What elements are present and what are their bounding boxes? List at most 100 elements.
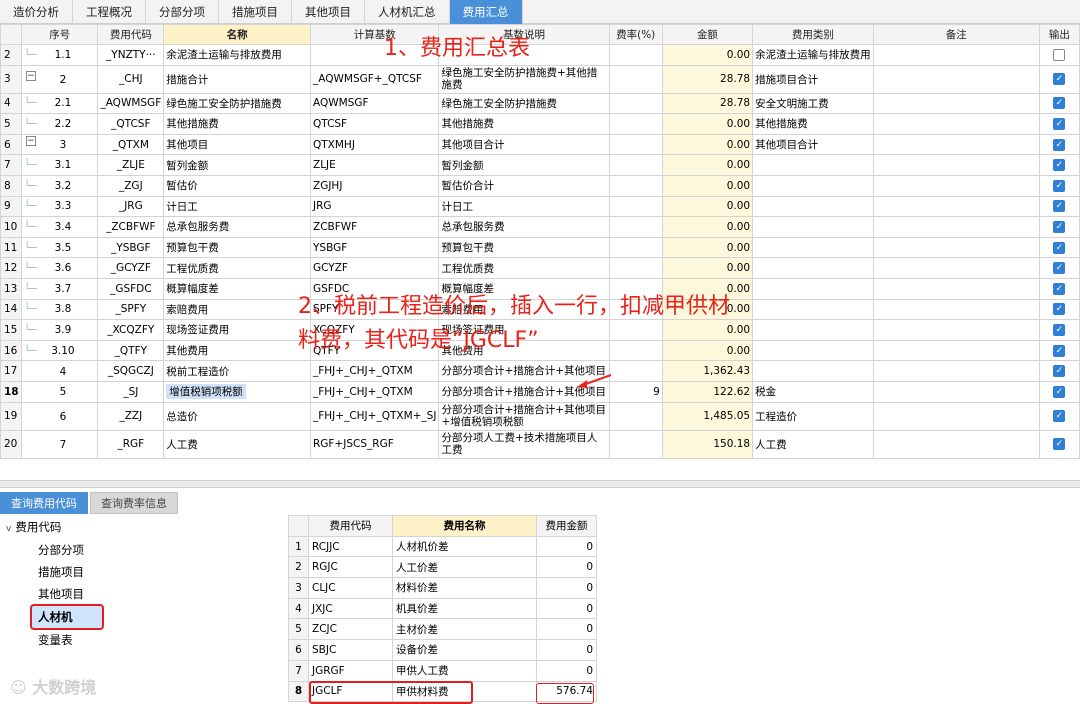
cell-base-desc[interactable]: 绿色施工安全防护措施费+其他措施费	[438, 64, 610, 94]
cell-base-desc[interactable]: 分部分项合计+措施合计+其他项目+增值税销项税额	[438, 401, 610, 431]
cell-code[interactable]: _YNZTY···	[97, 44, 165, 66]
table-row[interactable]: 2 └─ 1.1 _YNZTY··· 余泥渣土运输与排放费用 0.00 余泥渣土运输与排放费…	[0, 44, 1080, 66]
tree-root[interactable]: v 费用代码	[6, 517, 61, 537]
cell-output[interactable]: ✓	[1038, 154, 1080, 176]
cell-remark[interactable]	[872, 113, 1040, 135]
cell-seq[interactable]: └─ 3.3	[20, 195, 99, 218]
cell-type[interactable]	[752, 216, 874, 238]
cell-code[interactable]: _QTXM	[97, 133, 165, 156]
cell-type[interactable]: 余泥渣土运输与排放费用	[752, 44, 874, 66]
cell-code[interactable]: _CHJ	[97, 64, 165, 94]
cell-code[interactable]: _YSBGF	[97, 236, 165, 259]
header-seq[interactable]: 序号	[20, 24, 99, 45]
cell-code[interactable]: _JRG	[97, 195, 165, 218]
cell-rate[interactable]	[608, 113, 663, 135]
row-number[interactable]: 9	[0, 195, 22, 218]
cell-base[interactable]: ZGJHJ	[309, 174, 440, 197]
sub-row-number[interactable]: 1	[288, 535, 309, 558]
cell-name[interactable]: 措施合计	[163, 64, 311, 94]
cell-rate[interactable]	[608, 44, 663, 66]
cell-remark[interactable]	[872, 298, 1040, 321]
sub-cell-code[interactable]: JXJC	[308, 597, 393, 620]
cell-name[interactable]: 概算幅度差	[163, 277, 311, 300]
cell-code[interactable]: _SQGCZJ	[97, 360, 165, 382]
cell-name[interactable]: 计日工	[163, 195, 311, 218]
output-checkbox[interactable]: ✓	[1053, 138, 1066, 151]
row-number[interactable]: 15	[0, 319, 22, 341]
cell-remark[interactable]	[872, 339, 1040, 362]
cell-output[interactable]: ✓	[1038, 64, 1080, 94]
sub-cell-amount[interactable]: 0	[536, 659, 597, 682]
cell-base-desc[interactable]: 预算包干费	[438, 236, 610, 259]
table-row[interactable]: 20 7 _RGF 人工费 RGF+JSCS_RGF 分部分项人工费+技术措施项目人工费 1…	[0, 429, 1080, 459]
cell-base-desc[interactable]: 工程优质费	[438, 257, 610, 279]
cell-seq[interactable]: └─ 3.5	[20, 236, 99, 259]
sub-row-number[interactable]: 2	[288, 556, 309, 579]
cell-code[interactable]: _GSFDC	[97, 277, 165, 300]
cell-remark[interactable]	[872, 429, 1040, 459]
cell-name[interactable]: 工程优质费	[163, 257, 311, 279]
output-checkbox[interactable]: ✓	[1053, 200, 1066, 213]
cell-seq[interactable]: └─ 3.4	[20, 216, 99, 238]
output-checkbox[interactable]: ✓	[1053, 344, 1066, 357]
sub-cell-name[interactable]: 设备价差	[392, 639, 537, 661]
name-edit-input[interactable]: 增值税销项税额	[166, 384, 246, 400]
tab-5[interactable]: 人材机汇总	[365, 0, 450, 24]
cell-code[interactable]: _QTFY	[97, 339, 165, 362]
cell-name[interactable]: 其他项目	[163, 133, 311, 156]
cell-code[interactable]: _ZLJE	[97, 154, 165, 176]
cell-output[interactable]: ✓	[1038, 429, 1080, 459]
cell-name[interactable]: 索赔费用	[163, 298, 311, 321]
cell-output[interactable]: ✓	[1038, 113, 1080, 135]
cell-seq[interactable]: └─ 3.7	[20, 277, 99, 300]
table-row[interactable]: 9 └─ 3.3 _JRG 计日工 JRG 计日工 0.00 ✓	[0, 195, 1080, 218]
cell-base-desc[interactable]: 总承包服务费	[438, 216, 610, 238]
header-rate[interactable]: 费率(%)	[608, 24, 663, 45]
cell-type[interactable]	[752, 236, 874, 259]
sub-cell-code[interactable]: RCJJC	[308, 535, 393, 558]
cell-name[interactable]: 总造价	[163, 401, 311, 431]
cell-seq[interactable]: └─ 1.1	[20, 44, 99, 66]
sub-cell-amount[interactable]: 0	[536, 597, 597, 620]
tab-6[interactable]: 费用汇总	[449, 0, 523, 24]
output-checkbox[interactable]: ✓	[1053, 48, 1066, 61]
cell-remark[interactable]	[872, 92, 1040, 115]
cell-code[interactable]: _XCQZFY	[97, 319, 165, 341]
cell-output[interactable]: ✓	[1038, 277, 1080, 300]
sub-cell-name[interactable]: 甲供人工费	[392, 659, 537, 682]
cell-remark[interactable]	[872, 195, 1040, 218]
cell-output[interactable]: ✓	[1038, 195, 1080, 218]
table-row[interactable]: 4 └─ 2.1 _AQWMSGF 绿色施工安全防护措施费 AQWMSGF 绿色施工安全防护…	[0, 92, 1080, 115]
cell-name[interactable]: 预算包干费	[163, 236, 311, 259]
header-name[interactable]: 名称	[163, 24, 311, 45]
cell-output[interactable]: ✓	[1038, 319, 1080, 341]
cell-rate[interactable]	[608, 257, 663, 279]
header-output[interactable]: 输出	[1038, 24, 1080, 45]
cell-name[interactable]: 余泥渣土运输与排放费用	[163, 44, 311, 66]
cell-name[interactable]: 现场签证费用	[163, 319, 311, 341]
cell-seq[interactable]: −2	[20, 64, 99, 94]
cell-type[interactable]	[752, 195, 874, 218]
cell-remark[interactable]	[872, 277, 1040, 300]
row-number[interactable]: 18	[0, 380, 22, 403]
cell-seq[interactable]: └─ 3.8	[20, 298, 99, 321]
cell-type[interactable]	[752, 339, 874, 362]
tab-4[interactable]: 其他项目	[292, 0, 365, 24]
table-row[interactable]: 6−3 _QTXM 其他项目 QTXMHJ 其他项目合计 0.00 其他项目合计 ✓	[0, 133, 1080, 156]
cell-name[interactable]: 其他措施费	[163, 113, 311, 135]
sub-table-row[interactable]: 1 RCJJC 人材机价差 0	[288, 535, 597, 558]
sub-header-code[interactable]: 费用代码	[308, 515, 393, 537]
sub-table-row[interactable]: 6 SBJC 设备价差 0	[288, 639, 597, 661]
cell-type[interactable]	[752, 298, 874, 321]
cell-code[interactable]: _GCYZF	[97, 257, 165, 279]
row-number[interactable]: 6	[0, 133, 22, 156]
collapse-icon[interactable]: −	[24, 70, 38, 83]
row-number[interactable]: 14	[0, 298, 22, 321]
row-number[interactable]: 12	[0, 257, 22, 279]
cell-output[interactable]: ✓	[1038, 257, 1080, 279]
cell-seq[interactable]: └─ 3.9	[20, 319, 99, 341]
sub-cell-amount[interactable]: 0	[536, 618, 597, 641]
output-checkbox[interactable]: ✓	[1053, 438, 1066, 450]
cell-base[interactable]: AQWMSGF	[309, 92, 440, 115]
row-number[interactable]: 4	[0, 92, 22, 115]
